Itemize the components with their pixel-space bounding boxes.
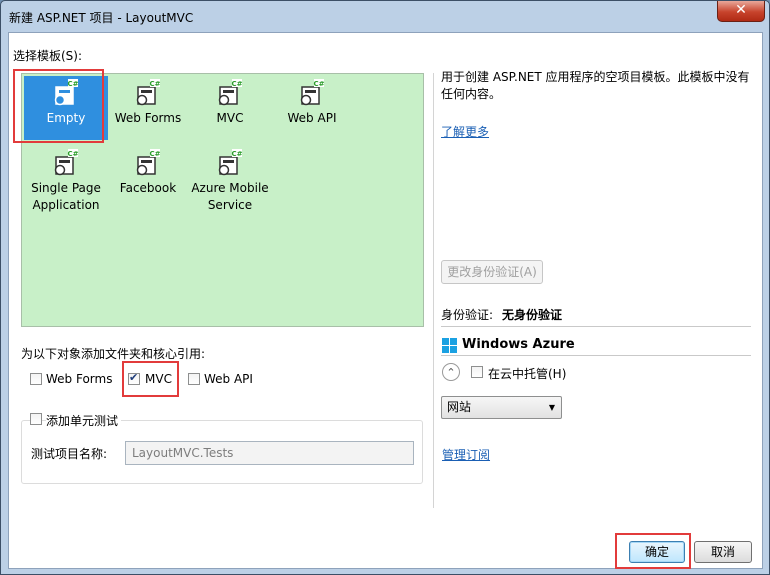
window-title: 新建 ASP.NET 项目 - LayoutMVC — [9, 11, 194, 25]
unit-test-checkbox-label: 添加单元测试 — [46, 412, 122, 429]
test-project-name-label: 测试项目名称: — [31, 447, 108, 461]
template-single-page-application[interactable]: C# Single Page Application — [24, 146, 108, 222]
references-label: 为以下对象添加文件夹和核心引用: — [21, 347, 206, 361]
panel-divider — [433, 73, 434, 508]
template-label: MVC — [216, 111, 244, 125]
template-label: Single Page Application — [31, 181, 101, 212]
auth-divider — [441, 326, 751, 327]
dialog-window: 新建 ASP.NET 项目 - LayoutMVC ✕ 选择模板(S): C# … — [0, 0, 770, 575]
template-facebook[interactable]: C# Facebook — [106, 146, 190, 210]
windows-logo-icon — [442, 338, 457, 353]
svg-text:C#: C# — [149, 80, 160, 88]
web-project-icon: C# — [136, 79, 161, 106]
title-bar[interactable]: 新建 ASP.NET 项目 - LayoutMVC ✕ — [1, 1, 769, 31]
change-authentication-button[interactable]: 更改身份验证(A) — [441, 260, 543, 284]
web-forms-checkbox-label: Web Forms — [46, 372, 113, 386]
template-label: Web Forms — [114, 111, 182, 125]
unit-test-checkbox[interactable] — [30, 413, 42, 425]
svg-text:C#: C# — [231, 150, 242, 158]
template-web-api[interactable]: C# Web API — [270, 76, 354, 140]
highlight-ok-button — [615, 533, 691, 569]
highlight-empty-template — [13, 69, 104, 143]
template-label: Web API — [287, 111, 337, 125]
template-section-label: 选择模板(S): — [13, 49, 83, 63]
web-project-icon: C# — [218, 79, 243, 106]
web-api-checkbox[interactable] — [188, 373, 200, 385]
close-icon: ✕ — [735, 2, 747, 18]
template-description: 用于创建 ASP.NET 应用程序的空项目模板。此模板中没有任何内容。 — [441, 70, 750, 101]
web-forms-checkbox[interactable] — [30, 373, 42, 385]
azure-section-title: Windows Azure — [462, 337, 575, 352]
azure-collapse-button[interactable]: ⌃ — [442, 363, 460, 381]
svg-text:C#: C# — [149, 150, 160, 158]
template-web-forms[interactable]: C# Web Forms — [106, 76, 190, 140]
template-label: Facebook — [119, 181, 177, 195]
chevron-up-icon: ⌃ — [446, 366, 456, 379]
authentication-value: 无身份验证 — [502, 308, 563, 322]
dialog-body: 选择模板(S): C# Empty C# Web Forms C# MVC C#… — [8, 32, 763, 569]
chevron-down-icon: ▼ — [548, 403, 555, 412]
host-in-cloud-label: 在云中托管(H) — [488, 367, 567, 381]
svg-text:C#: C# — [313, 80, 324, 88]
site-type-selected: 网站 — [447, 400, 472, 414]
template-mvc[interactable]: C# MVC — [188, 76, 272, 140]
web-project-icon: C# — [136, 149, 161, 176]
template-azure-mobile-service[interactable]: C# Azure Mobile Service — [188, 146, 272, 222]
test-project-name-input[interactable]: LayoutMVC.Tests — [125, 441, 414, 465]
site-type-select[interactable]: 网站 ▼ — [441, 396, 562, 419]
host-in-cloud-checkbox[interactable] — [471, 366, 483, 378]
highlight-mvc-checkbox — [122, 361, 179, 397]
azure-divider — [441, 355, 751, 356]
manage-subscriptions-link[interactable]: 管理订阅 — [442, 446, 490, 463]
authentication-label: 身份验证: — [441, 308, 494, 322]
close-button[interactable]: ✕ — [717, 1, 765, 22]
web-api-checkbox-label: Web API — [204, 372, 253, 386]
svg-text:C#: C# — [231, 80, 242, 88]
cancel-button[interactable]: 取消 — [694, 541, 752, 563]
web-project-icon: C# — [300, 79, 325, 106]
template-label: Azure Mobile Service — [191, 181, 269, 212]
learn-more-link[interactable]: 了解更多 — [441, 123, 489, 140]
web-project-icon: C# — [54, 149, 79, 176]
svg-text:C#: C# — [67, 150, 78, 158]
web-project-icon: C# — [218, 149, 243, 176]
